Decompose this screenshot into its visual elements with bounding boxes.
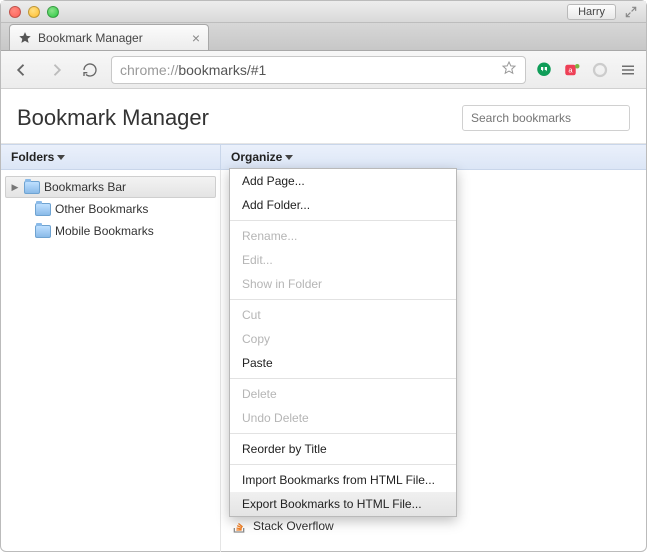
bookmark-item[interactable]: Stack Overflow <box>221 515 646 537</box>
sidebar-item-bookmarks-bar[interactable]: ▶ Bookmarks Bar <box>5 176 216 198</box>
menu-separator <box>230 464 456 465</box>
menu-item-copy: Copy <box>230 327 456 351</box>
address-bar[interactable]: chrome://bookmarks/#1 <box>111 56 526 84</box>
menu-item-add-folder[interactable]: Add Folder... <box>230 193 456 217</box>
organize-column-header[interactable]: Organize <box>221 145 303 169</box>
tab-strip: Bookmark Manager × <box>1 23 646 51</box>
organize-menu: Add Page... Add Folder... Rename... Edit… <box>229 168 457 517</box>
folder-tree-sidebar: ▶ Bookmarks Bar Other Bookmarks Mobile B… <box>1 170 221 552</box>
search-bookmarks-input[interactable] <box>462 105 630 131</box>
menu-item-add-page[interactable]: Add Page... <box>230 169 456 193</box>
extension-circle-icon[interactable] <box>590 60 610 80</box>
menu-item-import-bookmarks[interactable]: Import Bookmarks from HTML File... <box>230 468 456 492</box>
menu-item-edit: Edit... <box>230 248 456 272</box>
minimize-window-button[interactable] <box>28 6 40 18</box>
chrome-menu-icon[interactable] <box>618 60 638 80</box>
folders-column-header[interactable]: Folders <box>1 145 221 169</box>
sidebar-item-mobile-bookmarks[interactable]: Mobile Bookmarks <box>5 220 216 242</box>
tab-title: Bookmark Manager <box>38 31 143 45</box>
disclosure-triangle-icon[interactable]: ▶ <box>10 182 20 193</box>
back-button[interactable] <box>9 57 35 83</box>
close-window-button[interactable] <box>9 6 21 18</box>
folder-icon <box>24 181 40 194</box>
menu-item-cut: Cut <box>230 303 456 327</box>
organize-label: Organize <box>231 150 282 164</box>
page-header: Bookmark Manager <box>1 89 646 144</box>
close-tab-icon[interactable]: × <box>192 31 200 45</box>
hangouts-icon[interactable] <box>534 60 554 80</box>
browser-tab[interactable]: Bookmark Manager × <box>9 24 209 50</box>
menu-separator <box>230 299 456 300</box>
sidebar-item-label: Bookmarks Bar <box>44 180 126 194</box>
forward-button[interactable] <box>43 57 69 83</box>
folder-icon <box>35 225 51 238</box>
zoom-window-button[interactable] <box>47 6 59 18</box>
url-path: bookmarks/#1 <box>178 62 266 78</box>
menu-item-export-bookmarks[interactable]: Export Bookmarks to HTML File... <box>230 492 456 516</box>
fullscreen-icon[interactable] <box>624 5 638 19</box>
menu-item-show-in-folder: Show in Folder <box>230 272 456 296</box>
extension-icons: a <box>534 60 638 80</box>
stackoverflow-icon <box>231 518 247 534</box>
menu-separator <box>230 378 456 379</box>
chevron-down-icon <box>57 155 65 160</box>
column-header-bar: Folders Organize <box>1 144 646 170</box>
menu-item-rename: Rename... <box>230 224 456 248</box>
folder-icon <box>35 203 51 216</box>
sidebar-item-label: Other Bookmarks <box>55 202 148 216</box>
url-scheme: chrome:// <box>120 62 178 78</box>
profile-button[interactable]: Harry <box>567 4 616 20</box>
browser-toolbar: chrome://bookmarks/#1 a <box>1 51 646 89</box>
folders-label: Folders <box>11 150 54 164</box>
menu-item-paste[interactable]: Paste <box>230 351 456 375</box>
window-titlebar: Harry <box>1 1 646 23</box>
menu-item-reorder-by-title[interactable]: Reorder by Title <box>230 437 456 461</box>
traffic-lights <box>9 6 59 18</box>
menu-item-delete: Delete <box>230 382 456 406</box>
page-title: Bookmark Manager <box>17 105 209 131</box>
reload-button[interactable] <box>77 57 103 83</box>
sidebar-item-label: Mobile Bookmarks <box>55 224 154 238</box>
chevron-down-icon <box>285 155 293 160</box>
menu-separator <box>230 220 456 221</box>
bookmark-label: Stack Overflow <box>253 519 334 533</box>
extension-badge-icon[interactable]: a <box>562 60 582 80</box>
sidebar-item-other-bookmarks[interactable]: Other Bookmarks <box>5 198 216 220</box>
menu-separator <box>230 433 456 434</box>
bookmark-star-icon[interactable] <box>501 60 517 79</box>
menu-item-undo-delete: Undo Delete <box>230 406 456 430</box>
star-icon <box>18 31 32 45</box>
